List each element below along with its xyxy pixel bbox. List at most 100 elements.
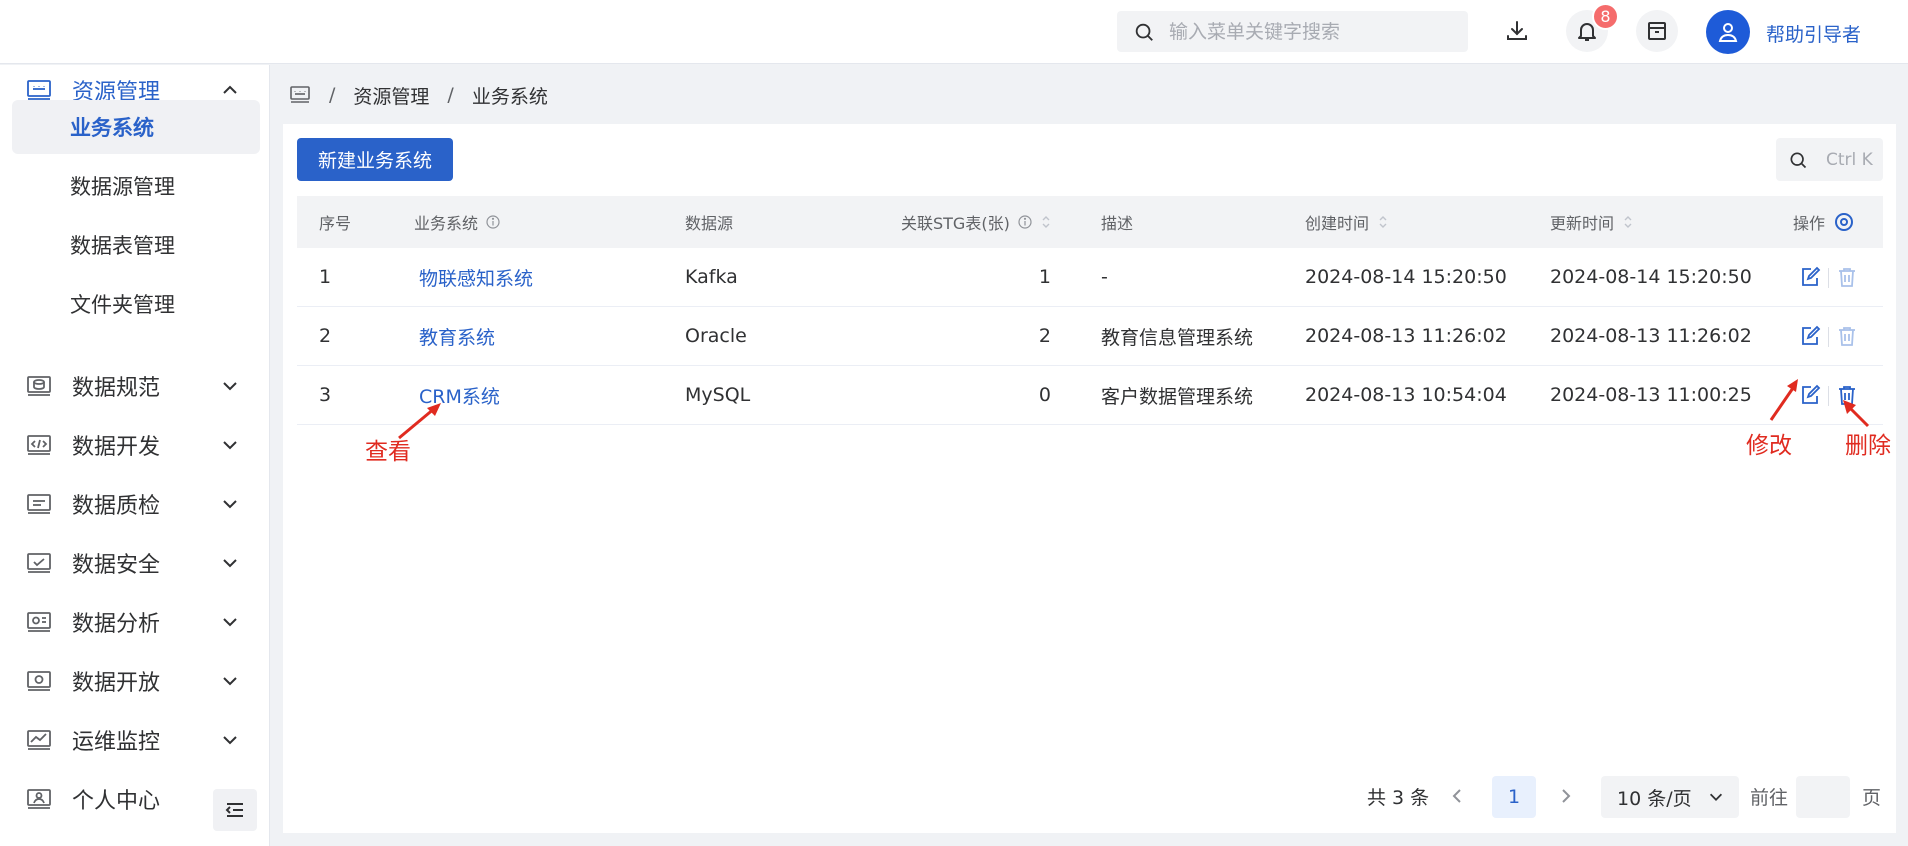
download-button[interactable] [1496, 10, 1538, 52]
menu-search-input[interactable] [1169, 20, 1459, 43]
cell-stg-count: 2 [1038, 325, 1051, 347]
trash-icon[interactable] [1836, 325, 1858, 347]
chevron-left-icon[interactable] [1447, 786, 1467, 806]
user-avatar[interactable] [1706, 10, 1750, 54]
page-number-current[interactable]: 1 [1492, 776, 1536, 818]
menu-item-ops-monitoring[interactable]: 运维监控 [0, 715, 270, 765]
archive-icon [1648, 22, 1666, 40]
sort-icon[interactable] [1377, 214, 1389, 230]
system-link[interactable]: 物联感知系统 [419, 248, 533, 306]
menu-item-data-development[interactable]: 数据开发 [0, 420, 270, 470]
archive-button[interactable] [1636, 10, 1678, 52]
user-name[interactable]: 帮助引导者 [1766, 20, 1861, 47]
menu-item-data-standards[interactable]: 数据规范 [0, 361, 270, 411]
menu-item-data-security[interactable]: 数据安全 [0, 538, 270, 588]
cell-datasource: MySQL [685, 384, 751, 406]
trash-icon[interactable] [1836, 266, 1858, 288]
breadcrumb-separator: / [329, 84, 336, 106]
submenu-label: 文件夹管理 [70, 293, 175, 317]
menu-label: 数据分析 [72, 612, 161, 637]
main-panel: 新建业务系统 Ctrl K 序号 业务系统 数据源 关联STG表(张) 描述 创… [283, 124, 1896, 833]
cell-description: 客户数据管理系统 [1101, 385, 1254, 408]
table-row: 3 CRM系统 MySQL 0 客户数据管理系统 2024-08-13 10:5… [297, 366, 1883, 425]
sidebar: 资源管理 业务系统 数据源管理 数据表管理 文件夹管理 数据规范 数据开发 数据… [0, 65, 270, 846]
page-size-value: 10 条/页 [1617, 787, 1692, 810]
collapse-menu-icon [225, 803, 243, 817]
menu-item-data-analysis[interactable]: 数据分析 [0, 597, 270, 647]
submenu-label: 数据源管理 [70, 175, 175, 199]
header-actions: 操作 [1793, 196, 1855, 248]
cell-updated: 2024-08-13 11:00:25 [1550, 384, 1752, 406]
submenu-label: 数据表管理 [70, 234, 175, 258]
submenu-folder-management[interactable]: 文件夹管理 [12, 277, 260, 331]
collapse-sidebar-button[interactable] [213, 789, 257, 831]
chevron-down-icon [223, 382, 237, 391]
cell-updated: 2024-08-13 11:26:02 [1550, 325, 1752, 347]
menu-label: 运维监控 [72, 730, 161, 755]
line-chart-icon [27, 730, 51, 750]
header-stg-count[interactable]: 关联STG表(张) [901, 196, 1052, 248]
cell-description: 教育信息管理系统 [1101, 326, 1254, 349]
menu-label: 数据质检 [72, 494, 161, 519]
goto-suffix-label: 页 [1862, 786, 1882, 809]
cell-created: 2024-08-14 15:20:50 [1305, 266, 1507, 288]
annotation-arrow-edit [1769, 379, 1798, 421]
table-header: 序号 业务系统 数据源 关联STG表(张) 描述 创建时间 更新时间 操作 [297, 196, 1883, 248]
info-icon[interactable] [486, 215, 500, 229]
breadcrumb-item-resource[interactable]: 资源管理 [353, 82, 429, 109]
menu-search-box[interactable] [1117, 11, 1468, 52]
person-card-icon [27, 789, 51, 809]
notification-badge: 8 [1592, 3, 1619, 30]
menu-item-data-open[interactable]: 数据开放 [0, 656, 270, 706]
goto-page-input[interactable] [1796, 776, 1850, 818]
column-settings-icon[interactable] [1833, 211, 1855, 233]
table-search-button[interactable]: Ctrl K [1776, 138, 1883, 181]
page-size-select[interactable]: 10 条/页 [1601, 776, 1739, 818]
table-row: 1 物联感知系统 Kafka 1 - 2024-08-14 15:20:50 2… [297, 248, 1883, 307]
action-divider [1828, 386, 1829, 406]
header-index: 序号 [319, 214, 352, 233]
header-created[interactable]: 创建时间 [1305, 196, 1389, 248]
info-icon[interactable] [1018, 215, 1032, 229]
menu-label: 数据开发 [72, 435, 161, 460]
annotation-edit: 修改 [1746, 433, 1792, 459]
annotation-delete: 删除 [1845, 433, 1891, 459]
header-system: 业务系统 [414, 196, 500, 248]
breadcrumb-separator: / [447, 84, 454, 106]
edit-icon[interactable] [1799, 266, 1821, 288]
sort-icon[interactable] [1622, 214, 1634, 230]
chevron-down-icon [223, 500, 237, 509]
submenu-table-management[interactable]: 数据表管理 [12, 218, 260, 272]
chevron-down-icon [223, 677, 237, 686]
header-description: 描述 [1101, 214, 1134, 233]
menu-label: 数据安全 [72, 553, 161, 578]
code-icon [27, 435, 51, 455]
chevron-down-icon [223, 736, 237, 745]
menu-item-data-quality[interactable]: 数据质检 [0, 479, 270, 529]
top-header: 8 帮助引导者 [0, 0, 1908, 64]
shield-monitor-icon [27, 553, 51, 573]
cell-index: 3 [319, 384, 332, 406]
search-shortcut-hint: Ctrl K [1826, 149, 1873, 170]
cell-updated: 2024-08-14 15:20:50 [1550, 266, 1752, 288]
cell-stg-count: 1 [1038, 266, 1051, 288]
submenu-label: 业务系统 [70, 116, 154, 140]
chevron-down-icon [223, 618, 237, 627]
cell-datasource: Oracle [685, 325, 747, 347]
cell-index: 2 [319, 325, 332, 347]
search-icon [1790, 152, 1807, 168]
cell-created: 2024-08-13 11:26:02 [1305, 325, 1507, 347]
sort-icon[interactable] [1040, 214, 1052, 230]
system-link[interactable]: 教育系统 [419, 307, 495, 365]
header-updated[interactable]: 更新时间 [1550, 196, 1634, 248]
edit-icon[interactable] [1799, 325, 1821, 347]
new-business-system-button[interactable]: 新建业务系统 [297, 138, 453, 181]
action-divider [1828, 268, 1829, 288]
submenu-datasource-management[interactable]: 数据源管理 [12, 159, 260, 213]
chevron-up-icon [223, 85, 237, 94]
submenu-business-system[interactable]: 业务系统 [12, 100, 260, 154]
header-datasource: 数据源 [685, 214, 734, 233]
cell-stg-count: 0 [1038, 384, 1051, 406]
menu-label: 个人中心 [72, 789, 161, 814]
chevron-right-icon[interactable] [1556, 786, 1576, 806]
